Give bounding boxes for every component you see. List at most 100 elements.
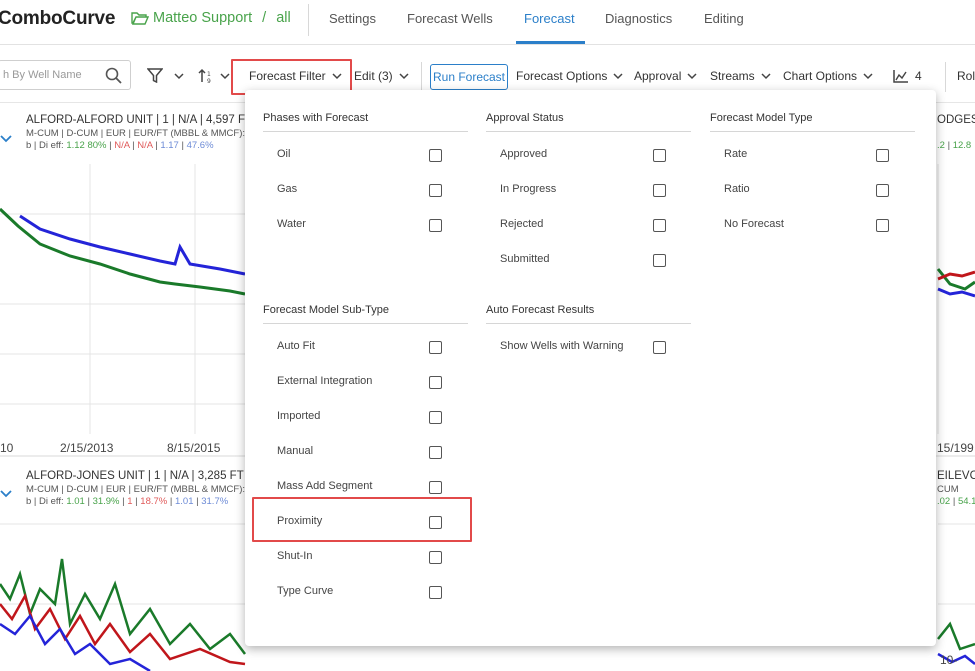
rejected-checkbox[interactable] bbox=[653, 219, 666, 232]
shut-in-checkbox[interactable] bbox=[429, 551, 442, 564]
well-title: ALFORD-ALFORD UNIT | 1 | N/A | 4,597 FT … bbox=[26, 114, 270, 126]
manual-checkbox[interactable] bbox=[429, 446, 442, 459]
chart-options-button[interactable]: Chart Options bbox=[783, 69, 873, 83]
tab-forecast-wells[interactable]: Forecast Wells bbox=[407, 11, 493, 26]
sub-type-section: Forecast Model Sub-Type bbox=[263, 304, 468, 324]
gas-b-value: 1 bbox=[127, 496, 133, 507]
edit-button[interactable]: Edit (3) bbox=[354, 69, 409, 83]
well-di-eff-row: b | Di eff: 1.12 80% | N/A | N/A | 1.17 … bbox=[26, 140, 214, 151]
di-eff-label: b | Di eff: bbox=[26, 496, 64, 507]
well-di-eff-row: .2 | 12.8 bbox=[937, 140, 972, 151]
chevron-down-icon bbox=[761, 72, 771, 79]
filter-option-in-progress[interactable]: In Progress bbox=[500, 183, 556, 195]
oil-di-value: 12.8 bbox=[952, 140, 972, 151]
in-progress-checkbox[interactable] bbox=[653, 184, 666, 197]
filter-option-oil[interactable]: Oil bbox=[277, 148, 290, 160]
chevron-down-icon bbox=[399, 72, 409, 79]
chevron-down-icon[interactable] bbox=[0, 489, 12, 499]
show-wells-with-warning-checkbox[interactable] bbox=[653, 341, 666, 354]
chevron-down-icon[interactable] bbox=[0, 134, 12, 144]
highlight-proximity-option bbox=[252, 497, 472, 542]
toolbar-divider bbox=[421, 62, 422, 92]
forecast-filter-dropdown: Phases with Forecast Oil Gas Water Appro… bbox=[245, 90, 936, 646]
approval-section: Approval Status bbox=[486, 112, 691, 132]
filter-option-imported[interactable]: Imported bbox=[277, 410, 320, 422]
external-integration-checkbox[interactable] bbox=[429, 376, 442, 389]
filter-option-submitted[interactable]: Submitted bbox=[500, 253, 550, 265]
app-logo[interactable]: ComboCurve bbox=[0, 8, 115, 30]
filter-option-no-forecast[interactable]: No Forecast bbox=[724, 218, 784, 230]
rate-checkbox[interactable] bbox=[876, 149, 889, 162]
chart-grid-icon bbox=[893, 70, 908, 83]
chevron-down-icon bbox=[687, 72, 697, 79]
forecast-options-button[interactable]: Forecast Options bbox=[516, 69, 623, 83]
chevron-down-icon[interactable] bbox=[174, 73, 184, 80]
tab-forecast[interactable]: Forecast bbox=[524, 11, 575, 26]
toolbar-divider bbox=[945, 62, 946, 92]
sort-icon[interactable]: 19 bbox=[198, 68, 214, 84]
well-title: ODGES bbox=[937, 114, 975, 126]
search-input[interactable]: h By Well Name bbox=[0, 60, 131, 90]
water-di-value: 47.6% bbox=[186, 140, 214, 151]
approval-button[interactable]: Approval bbox=[634, 69, 697, 83]
edit-label: Edit (3) bbox=[354, 69, 393, 83]
overflow-button[interactable]: Rol bbox=[957, 69, 975, 83]
no-forecast-checkbox[interactable] bbox=[876, 219, 889, 232]
well-title: ALFORD-JONES UNIT | 1 | N/A | 3,285 FT |… bbox=[26, 470, 265, 482]
mass-add-segment-checkbox[interactable] bbox=[429, 481, 442, 494]
search-placeholder: h By Well Name bbox=[3, 69, 82, 81]
gas-b-value: N/A bbox=[114, 140, 130, 151]
filter-option-manual[interactable]: Manual bbox=[277, 445, 313, 457]
filter-option-external-integration[interactable]: External Integration bbox=[277, 375, 372, 387]
filter-option-water[interactable]: Water bbox=[277, 218, 306, 230]
water-b-value: 1.17 bbox=[160, 140, 179, 151]
tab-settings[interactable]: Settings bbox=[329, 11, 376, 26]
di-eff-label: b | Di eff: bbox=[26, 140, 64, 151]
filter-option-show-wells-with-warning[interactable]: Show Wells with Warning bbox=[500, 340, 624, 352]
filter-option-shut-in[interactable]: Shut-In bbox=[277, 550, 312, 562]
nav-divider bbox=[308, 4, 309, 36]
well-di-eff-row: .02 | 54.1 bbox=[937, 496, 975, 507]
filter-option-auto-fit[interactable]: Auto Fit bbox=[277, 340, 315, 352]
chevron-down-icon[interactable] bbox=[220, 73, 230, 80]
breadcrumb-separator: / bbox=[262, 10, 267, 26]
submitted-checkbox[interactable] bbox=[653, 254, 666, 267]
filter-option-ratio[interactable]: Ratio bbox=[724, 183, 750, 195]
oil-b-value: .2 bbox=[937, 140, 945, 151]
water-checkbox[interactable] bbox=[429, 219, 442, 232]
water-di-value: 31.7% bbox=[201, 496, 229, 507]
type-curve-checkbox[interactable] bbox=[429, 586, 442, 599]
tab-editing[interactable]: Editing bbox=[704, 11, 744, 26]
oil-b-value: 1.12 bbox=[66, 140, 85, 151]
project-breadcrumb[interactable]: Matteo Support / all bbox=[131, 10, 291, 26]
filter-option-type-curve[interactable]: Type Curve bbox=[277, 585, 333, 597]
ratio-checkbox[interactable] bbox=[876, 184, 889, 197]
filter-option-mass-add-segment[interactable]: Mass Add Segment bbox=[277, 480, 372, 492]
imported-checkbox[interactable] bbox=[429, 411, 442, 424]
filter-option-approved[interactable]: Approved bbox=[500, 148, 547, 160]
auto-results-section-title: Auto Forecast Results bbox=[486, 304, 691, 324]
oil-checkbox[interactable] bbox=[429, 149, 442, 162]
svg-text:1: 1 bbox=[207, 71, 211, 78]
streams-label: Streams bbox=[710, 69, 755, 83]
gas-di-value: 18.7% bbox=[140, 496, 168, 507]
filter-option-gas[interactable]: Gas bbox=[277, 183, 297, 195]
chart-count-button[interactable]: 4 bbox=[893, 69, 922, 83]
filter-option-rejected[interactable]: Rejected bbox=[500, 218, 543, 230]
auto-fit-checkbox[interactable] bbox=[429, 341, 442, 354]
run-forecast-button[interactable]: Run Forecast bbox=[430, 64, 508, 90]
filter-icon[interactable] bbox=[147, 68, 163, 83]
project-name: Matteo Support bbox=[153, 10, 253, 26]
well-title: EILEVCC bbox=[937, 470, 975, 482]
approved-checkbox[interactable] bbox=[653, 149, 666, 162]
search-icon[interactable] bbox=[105, 67, 122, 84]
phases-section: Phases with Forecast bbox=[263, 112, 468, 132]
filter-option-rate[interactable]: Rate bbox=[724, 148, 747, 160]
oil-di-value: 80% bbox=[87, 140, 107, 151]
x-axis-tick: 10 bbox=[0, 441, 14, 455]
gas-checkbox[interactable] bbox=[429, 184, 442, 197]
well-cum-header: M-CUM | D-CUM | EUR | EUR/FT (MBBL & MMC… bbox=[26, 128, 246, 139]
streams-button[interactable]: Streams bbox=[710, 69, 771, 83]
oil-b-value: .02 bbox=[937, 496, 951, 507]
tab-diagnostics[interactable]: Diagnostics bbox=[605, 11, 672, 26]
